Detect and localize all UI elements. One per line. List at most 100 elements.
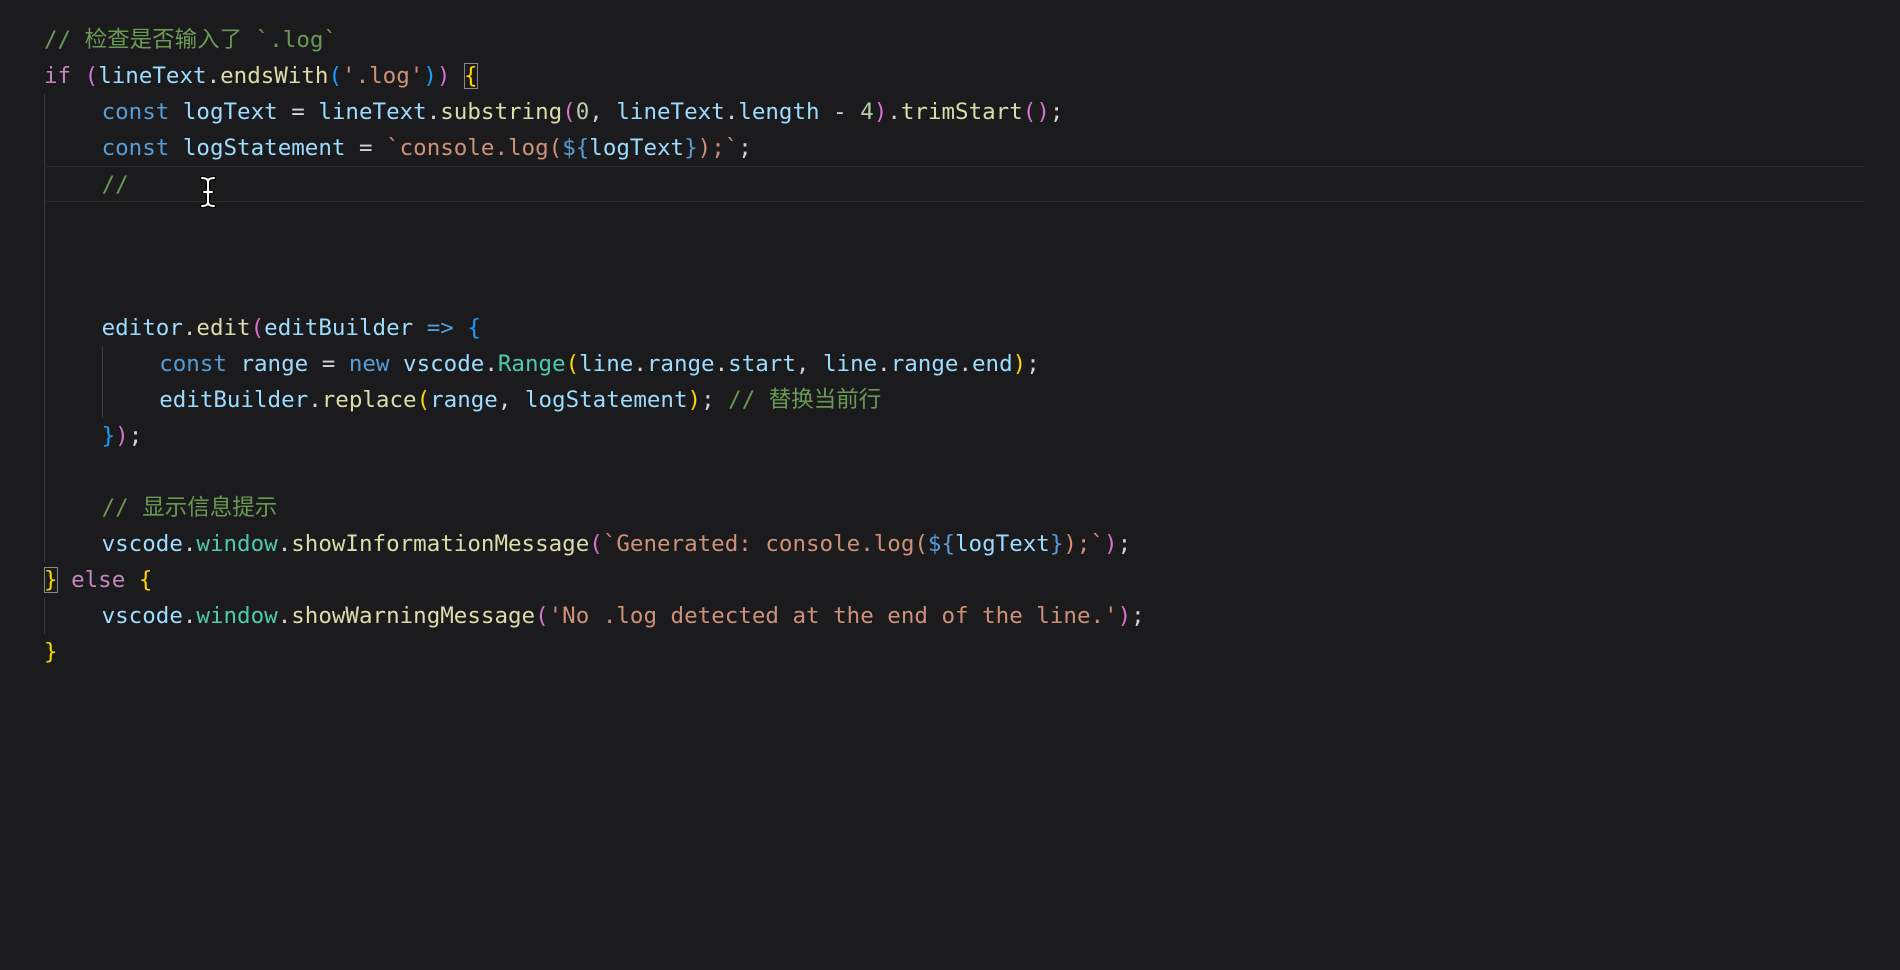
code-token: ; (128, 423, 143, 449)
code-line[interactable]: const range = new vscode.Range(line.rang… (44, 346, 1864, 382)
code-line[interactable]: // 检查是否输入了 `.log` (44, 22, 1864, 58)
code-token: ) (115, 423, 129, 449)
code-token: - (819, 99, 861, 125)
code-token: replace (321, 387, 417, 413)
code-line[interactable]: }); (44, 418, 1864, 454)
code-token: . (277, 531, 292, 557)
code-token: );` (1063, 531, 1105, 557)
code-line[interactable]: vscode.window.showWarningMessage('No .lo… (44, 598, 1864, 634)
code-token: showInformationMessage (291, 531, 590, 557)
code-line[interactable]: editBuilder.replace(range, logStatement)… (44, 382, 1864, 418)
code-line[interactable]: const logStatement = `console.log(${logT… (44, 130, 1864, 166)
code-token: ; (701, 387, 729, 413)
code-token: line (822, 351, 878, 377)
code-line-content: }); (102, 418, 143, 454)
code-line[interactable] (44, 202, 1864, 238)
code-token: ( (565, 351, 580, 377)
indent-guide (44, 94, 45, 130)
code-line[interactable]: // (44, 166, 1864, 203)
code-line[interactable]: editor.edit(editBuilder => { (44, 310, 1864, 346)
code-token: ) (436, 63, 451, 89)
ibeam-cursor-icon (199, 175, 217, 209)
code-line[interactable]: if (lineText.endsWith('.log')) { (44, 58, 1864, 94)
code-line[interactable]: vscode.window.showInformationMessage(`Ge… (44, 526, 1864, 562)
code-token: ( (328, 63, 343, 89)
code-token: window (196, 531, 278, 557)
code-token: showWarningMessage (291, 603, 536, 629)
code-token: trimStart (900, 99, 1023, 125)
code-token: range (240, 351, 309, 377)
code-token: end (972, 351, 1013, 377)
code-token: ; (1026, 351, 1040, 377)
code-line[interactable]: } (44, 634, 1864, 670)
code-token: ; (1131, 603, 1145, 629)
code-token: line (579, 351, 634, 377)
code-token: '.log' (342, 63, 424, 89)
code-line-content: const range = new vscode.Range(line.rang… (159, 346, 1040, 382)
code-token: ${ (927, 531, 956, 557)
code-line-content: } (44, 634, 58, 670)
indent-guide (44, 238, 45, 274)
code-token: if (44, 63, 72, 89)
code-line-content: } else { (44, 562, 152, 598)
code-line[interactable] (44, 454, 1864, 490)
indent-guide (101, 346, 103, 382)
code-token: ( (562, 99, 576, 125)
code-token: ( (589, 531, 603, 557)
code-token: ; (1117, 531, 1132, 557)
code-token: logStatement (182, 135, 346, 161)
code-token: , (497, 387, 525, 413)
code-token: ) (1104, 531, 1118, 557)
indent-guide (44, 454, 45, 490)
code-token: . (182, 531, 197, 557)
code-line-content: vscode.window.showInformationMessage(`Ge… (102, 526, 1132, 562)
indent-guide (44, 310, 45, 346)
code-area[interactable]: // 检查是否输入了 `.log` if (lineText.endsWith('… (44, 22, 1864, 670)
code-token: { (467, 315, 481, 341)
code-token: . (206, 63, 221, 89)
code-line-content: vscode.window.showWarningMessage('No .lo… (102, 598, 1145, 634)
indent-guide (44, 130, 45, 166)
code-line[interactable]: // 显示信息提示 (44, 490, 1864, 526)
code-token: length (738, 99, 820, 125)
code-token: start (728, 351, 796, 377)
code-token: new (348, 351, 390, 377)
indent-guide (44, 202, 45, 238)
code-token: , (795, 351, 823, 377)
code-token: range (646, 351, 715, 377)
code-line[interactable] (44, 238, 1864, 274)
code-token: . (887, 99, 901, 125)
code-line-content: // (102, 167, 129, 203)
code-line[interactable]: } else { (44, 562, 1864, 598)
matched-bracket: } (44, 567, 58, 593)
code-token: 'No .log detected at the end of the line… (548, 603, 1118, 629)
code-token: editBuilder (159, 387, 309, 413)
indent-guide (101, 382, 103, 418)
code-token: logText (955, 531, 1050, 557)
code-token: ${ (562, 135, 590, 161)
code-token: logText (182, 99, 278, 125)
code-token: logStatement (524, 387, 688, 413)
code-token: ) (1036, 99, 1050, 125)
indent-guide (44, 167, 45, 203)
indent-guide (44, 490, 45, 526)
code-line[interactable]: const logText = lineText.substring(0, li… (44, 94, 1864, 130)
code-token: ( (416, 387, 431, 413)
code-token: range (430, 387, 498, 413)
code-token: . (484, 351, 498, 377)
code-editor[interactable]: // 检查是否输入了 `.log` if (lineText.endsWith('… (0, 0, 1900, 970)
code-token: endsWith (220, 63, 329, 89)
code-token: // 替换当前行 (728, 387, 882, 413)
code-token: = (345, 135, 387, 161)
code-token: );` (697, 135, 739, 161)
code-token: vscode (403, 351, 485, 377)
code-token: ) (687, 387, 702, 413)
code-line[interactable] (44, 274, 1864, 310)
code-token: . (958, 351, 972, 377)
